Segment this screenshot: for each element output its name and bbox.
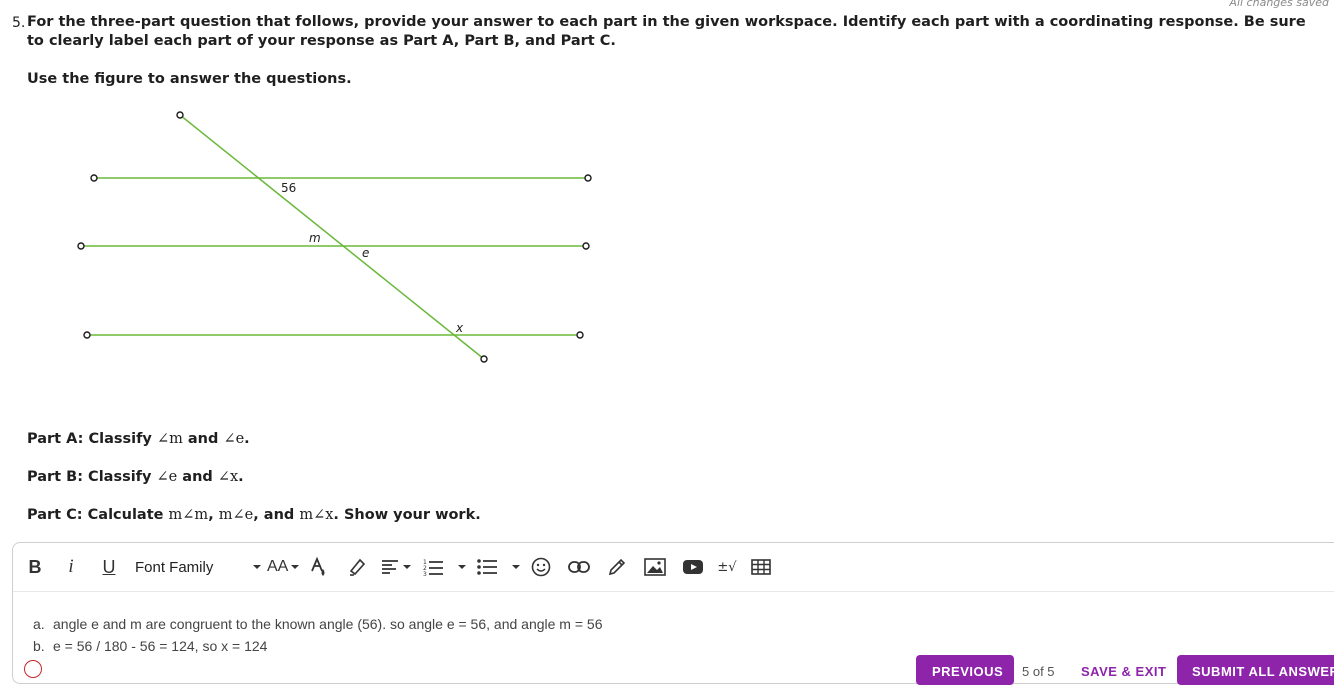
- draw-button[interactable]: [606, 555, 628, 579]
- info-icon[interactable]: [24, 660, 42, 678]
- part-c-prompt: Part C: Calculate m∠m, m∠e, and m∠x. Sho…: [27, 507, 481, 523]
- image-icon: [644, 558, 666, 576]
- part-b-prompt: Part B: Classify ∠e and ∠x.: [27, 469, 244, 485]
- smiley-icon: [531, 557, 551, 577]
- figure-instruction: Use the figure to answer the questions.: [27, 71, 352, 87]
- font-size-label: AA: [267, 558, 289, 575]
- link-icon: [568, 561, 590, 573]
- endpoint: [582, 242, 590, 250]
- bullet-list-icon: [477, 559, 497, 575]
- math-equation-button[interactable]: ±√: [717, 555, 737, 579]
- angle-m-label: m: [309, 231, 321, 245]
- part-a-prompt: Part A: Classify ∠m and ∠e.: [27, 431, 250, 447]
- insert-table-button[interactable]: [750, 555, 772, 579]
- answer-text-a: angle e and m are congruent to the known…: [53, 616, 603, 632]
- endpoint: [90, 174, 98, 182]
- numbered-list-button[interactable]: 123: [423, 555, 443, 579]
- angle-56-label: 56: [281, 181, 296, 195]
- parallel-lines-figure: 56 m e x: [77, 111, 592, 363]
- previous-button[interactable]: PREVIOUS: [916, 655, 1014, 685]
- pencil-icon: [608, 558, 626, 576]
- bullet-list-dropdown[interactable]: [511, 555, 521, 579]
- font-family-label: Font Family: [135, 558, 214, 576]
- save-status: All changes saved: [1229, 0, 1329, 9]
- table-icon: [751, 559, 771, 575]
- insert-image-button[interactable]: [644, 555, 666, 579]
- link-button[interactable]: [568, 555, 590, 579]
- numbered-list-icon: 123: [423, 559, 443, 576]
- text-color-button[interactable]: [309, 555, 329, 579]
- highlight-button[interactable]: [346, 555, 368, 579]
- font-family-select[interactable]: Font Family: [135, 555, 261, 579]
- insert-video-button[interactable]: [682, 555, 704, 579]
- answer-line-b: b. e = 56 / 180 - 56 = 124, so x = 124: [33, 635, 603, 657]
- transversal-line: [179, 114, 485, 360]
- answer-label-b: b.: [33, 638, 45, 654]
- question-prompt: For the three-part question that follows…: [27, 14, 1306, 49]
- endpoint: [480, 355, 488, 363]
- endpoint: [176, 111, 184, 119]
- answer-text-b: e = 56 / 180 - 56 = 124, so x = 124: [53, 638, 268, 654]
- endpoint: [576, 331, 584, 339]
- page-indicator: 5 of 5: [1022, 664, 1055, 679]
- endpoint: [83, 331, 91, 339]
- chevron-down-icon: [291, 565, 299, 569]
- answer-label-a: a.: [33, 616, 45, 632]
- svg-text:3: 3: [423, 571, 427, 576]
- endpoint: [584, 174, 592, 182]
- editor-toolbar: B i U Font Family AA 123 ±√: [13, 543, 1334, 592]
- align-button[interactable]: [381, 555, 411, 579]
- underline-button[interactable]: U: [99, 555, 119, 579]
- align-left-icon: [382, 560, 398, 574]
- chevron-down-icon: [253, 565, 261, 569]
- save-exit-button[interactable]: SAVE & EXIT: [1073, 655, 1169, 685]
- answer-content[interactable]: a. angle e and m are congruent to the kno…: [33, 613, 603, 657]
- bold-button[interactable]: B: [25, 555, 45, 579]
- font-size-select[interactable]: AA: [267, 555, 299, 579]
- text-color-icon: [311, 557, 325, 576]
- bullet-list-button[interactable]: [477, 555, 497, 579]
- angle-e-label: e: [362, 246, 369, 260]
- chevron-down-icon: [512, 565, 520, 569]
- italic-button[interactable]: i: [63, 555, 79, 579]
- highlighter-icon: [349, 558, 366, 576]
- angle-x-label: x: [455, 321, 464, 335]
- question-number: 5.: [12, 15, 26, 31]
- numbered-list-dropdown[interactable]: [457, 555, 467, 579]
- emoji-button[interactable]: [530, 555, 552, 579]
- endpoint: [77, 242, 85, 250]
- video-icon: [683, 560, 703, 574]
- chevron-down-icon: [458, 565, 466, 569]
- answer-line-a: a. angle e and m are congruent to the kno…: [33, 613, 603, 635]
- submit-all-answers-button[interactable]: SUBMIT ALL ANSWERS: [1177, 655, 1334, 685]
- chevron-down-icon: [403, 565, 411, 569]
